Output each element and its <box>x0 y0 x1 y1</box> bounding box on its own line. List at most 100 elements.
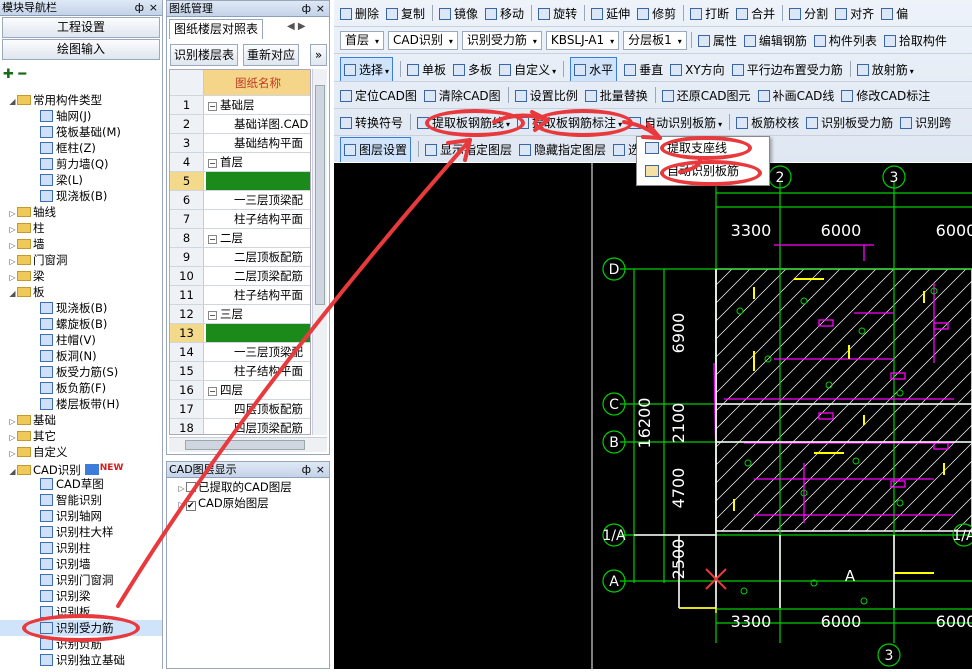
tree-folder[interactable]: ▷ 柱 <box>0 220 162 236</box>
toolbar-button[interactable]: 镜像 <box>439 2 478 26</box>
tree-item[interactable]: 剪力墙(Q) <box>0 156 162 172</box>
toolbar-button[interactable]: 平行边布置受力筋 <box>731 58 843 81</box>
toolbar-button[interactable]: 识别板受力筋 <box>806 111 893 135</box>
close-icon[interactable]: × <box>316 1 325 16</box>
toolbar-button[interactable]: 图层设置 <box>340 137 412 162</box>
toolbar-button[interactable]: 修剪 <box>637 2 676 26</box>
table-row[interactable]: 15 柱子结构平面 <box>170 362 310 381</box>
tree-item[interactable]: 筏板基础(M) <box>0 124 162 140</box>
table-row[interactable]: 18 四层顶梁配筋 <box>170 419 310 434</box>
collapse-box-icon[interactable]: − <box>208 102 217 111</box>
toolbar-button[interactable]: 修改CAD标注 <box>841 84 930 108</box>
toolbar-button[interactable]: 自动识别板筋 ▾ <box>629 111 722 135</box>
tree-item[interactable]: 智能识别 <box>0 492 162 508</box>
tree-folder[interactable]: ▷ 轴线 <box>0 204 162 220</box>
toolbar-button[interactable]: 选择 ▾ <box>340 57 394 81</box>
toolbar-button[interactable]: 放射筋 ▾ <box>856 58 914 81</box>
toolbar-button[interactable]: 构件列表 <box>813 29 877 53</box>
toolbar-button[interactable]: XY方向 <box>670 58 725 81</box>
vertical-scrollbar[interactable] <box>312 69 327 435</box>
toolbar-button[interactable]: 打断 <box>690 2 729 26</box>
tree-item[interactable]: 楼层板带(H) <box>0 396 162 412</box>
tree-item[interactable]: 轴网(J) <box>0 108 162 124</box>
toolbar-button[interactable]: 延伸 <box>591 2 630 26</box>
toolbar-button[interactable]: 分割 <box>789 2 828 26</box>
tree-item[interactable]: 螺旋板(B) <box>0 316 162 332</box>
table-row[interactable]: 13 一三层顶板配 <box>170 324 310 343</box>
table-row[interactable]: 4− 首层 <box>170 153 310 172</box>
table-row[interactable]: 5 一三层顶板配 <box>170 172 310 191</box>
table-row[interactable]: 9 二层顶板配筋 <box>170 248 310 267</box>
tree-folder[interactable]: ▷ 门窗洞 <box>0 252 162 268</box>
table-row[interactable]: 8− 二层 <box>170 229 310 248</box>
table-row[interactable]: 16− 四层 <box>170 381 310 400</box>
toolbar-button[interactable]: 显示指定图层 <box>425 138 512 162</box>
tab-scroll-arrows[interactable]: ◀ ▶ <box>287 21 306 32</box>
toolbar-button[interactable]: 合并 <box>736 2 775 26</box>
tree-item[interactable]: 识别柱 <box>0 540 162 556</box>
toolbar-button[interactable]: 还原CAD图元 <box>661 84 751 108</box>
close-icon[interactable]: × <box>316 462 325 477</box>
toolbar-button[interactable]: 自定义 ▾ <box>499 58 556 81</box>
toolbar-button[interactable]: 转换符号 <box>340 111 403 135</box>
close-icon[interactable]: × <box>149 0 158 15</box>
horizontal-scrollbar[interactable] <box>169 437 327 452</box>
tree-item[interactable]: 现浇板(B) <box>0 300 162 316</box>
dropdown-arrow-icon[interactable]: ▾ <box>718 120 722 129</box>
toolbar-button[interactable]: 删除 <box>340 2 379 26</box>
toolbar-button[interactable]: 水平 <box>570 57 618 81</box>
table-row[interactable]: 10 二层顶梁配筋 <box>170 267 310 286</box>
toolbar-button[interactable]: 拾取构件 <box>883 29 947 53</box>
more-button[interactable]: » <box>310 44 327 66</box>
tree-folder[interactable]: ▷ 墙 <box>0 236 162 252</box>
toolbar-button[interactable]: 偏 <box>881 2 908 26</box>
table-row[interactable]: 6 一三层顶梁配 <box>170 191 310 210</box>
layer-item-original[interactable]: ▷ ✔ CAD原始图层 <box>177 496 329 512</box>
tree-item[interactable]: 识别柱大样 <box>0 524 162 540</box>
tree-item[interactable]: 现浇板(B) <box>0 188 162 204</box>
collapse-box-icon[interactable]: − <box>208 311 217 320</box>
toolbar-button[interactable]: 设置比例 <box>514 84 578 108</box>
tree-item[interactable]: 柱帽(V) <box>0 332 162 348</box>
tree-folder[interactable]: ▷ 其它 <box>0 428 162 444</box>
tree-folder[interactable]: ▷ 梁 <box>0 268 162 284</box>
table-row[interactable]: 3 基础结构平面 <box>170 134 310 153</box>
cad-drawing[interactable]: 2 3 3 D C B 1/A A 1/A 3300 6000 6000 3300 6000 6000 690… <box>334 163 972 669</box>
selector-dropdown[interactable]: 首层 ▾ <box>340 31 385 50</box>
dropdown-arrow-icon[interactable]: ▾ <box>385 67 389 76</box>
tree-item[interactable]: 框柱(Z) <box>0 140 162 156</box>
drawing-input-button[interactable]: 绘图输入 <box>2 39 160 60</box>
drawing-canvas[interactable]: 2 3 3 D C B 1/A A 1/A 3300 6000 6000 3300 6000 6000 690… <box>334 163 972 669</box>
table-row[interactable]: 11 柱子结构平面 <box>170 286 310 305</box>
tree-item[interactable]: CAD草图 <box>0 476 162 492</box>
dropdown-arrow-icon[interactable]: ▾ <box>910 67 914 76</box>
tree-item[interactable]: 识别门窗洞 <box>0 572 162 588</box>
tree-item[interactable]: 识别独立基础 <box>0 652 162 668</box>
toolbar-button[interactable]: 移动 <box>485 2 524 26</box>
toolbar-button[interactable]: 补画CAD线 <box>757 84 834 108</box>
table-row[interactable]: 1− 基础层 <box>170 96 310 115</box>
toolbar-button[interactable]: 清除CAD图 <box>423 84 501 108</box>
table-row[interactable]: 14 一三层顶梁配 <box>170 343 310 362</box>
toolbar-button[interactable]: 旋转 <box>538 2 577 26</box>
tab-floor-mapping[interactable]: 图纸楼层对照表 <box>169 19 264 39</box>
toolbar-button[interactable]: 隐藏指定图层 <box>519 138 606 162</box>
tree-item[interactable]: 梁(L) <box>0 172 162 188</box>
collapse-box-icon[interactable]: − <box>208 235 217 244</box>
pin-icon[interactable]: ф <box>302 1 311 16</box>
table-row[interactable]: 7 柱子结构平面 <box>170 210 310 229</box>
table-row[interactable]: 12− 三层 <box>170 305 310 324</box>
dropdown-arrow-icon[interactable]: ▾ <box>552 67 556 76</box>
tree-item[interactable]: 板负筋(F) <box>0 380 162 396</box>
tree-item[interactable]: 识别墙 <box>0 556 162 572</box>
tree-folder[interactable]: ◢ CAD识别 NEW <box>0 460 162 477</box>
selector-dropdown[interactable]: 识别受力筋 ▾ <box>461 31 542 50</box>
selector-dropdown[interactable]: 分层板1 ▾ <box>623 31 687 50</box>
tree-item[interactable]: 板受力筋(S) <box>0 364 162 380</box>
tree-folder[interactable]: ◢ 常用构件类型 <box>0 92 162 108</box>
toolbar-button[interactable]: 定位CAD图 <box>340 84 417 108</box>
toolbar-button[interactable]: 批量替换 <box>584 84 648 108</box>
layer-item-extracted[interactable]: ▷ 已提取的CAD图层 <box>177 480 329 496</box>
pin-icon[interactable]: ф <box>302 462 311 477</box>
selector-dropdown[interactable]: KBSLJ-A1 ▾ <box>545 31 620 50</box>
